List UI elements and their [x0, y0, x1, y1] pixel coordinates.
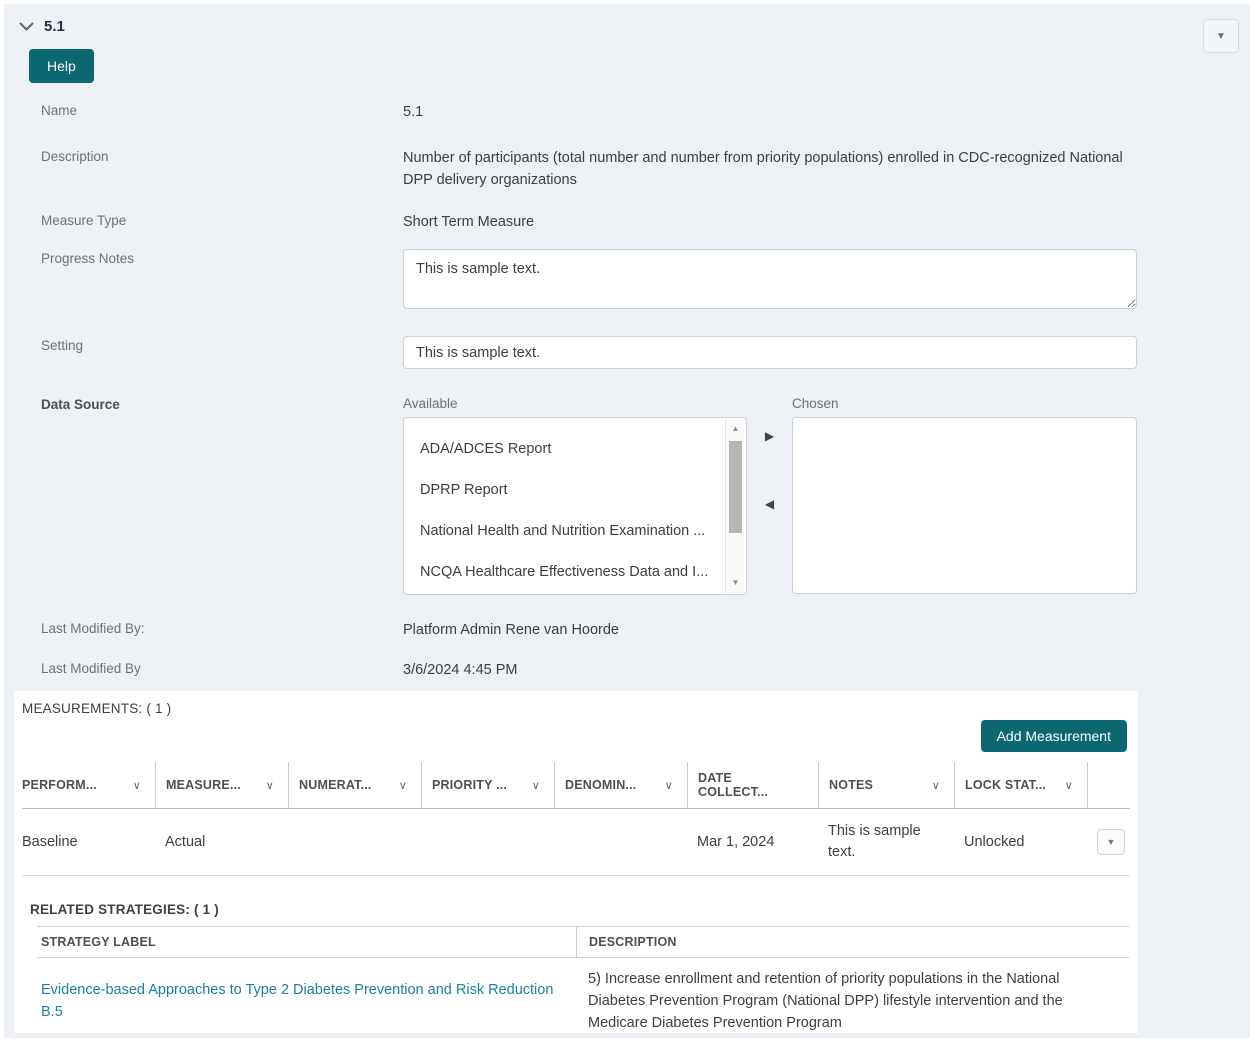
progress-notes-textarea[interactable]: This is sample text. [403, 249, 1137, 309]
column-header-notes[interactable]: NOTES∨ [818, 762, 954, 808]
column-header-description: DESCRIPTION [576, 927, 1129, 957]
sort-chevron-icon: ∨ [1065, 779, 1073, 792]
strategy-link[interactable]: Evidence-based Approaches to Type 2 Diab… [41, 979, 568, 1023]
measurements-table-header: PERFORM...∨ MEASURE...∨ NUMERAT...∨ PRIO… [22, 762, 1130, 809]
column-header-measure[interactable]: MEASURE...∨ [155, 762, 288, 808]
setting-label: Setting [37, 336, 403, 369]
column-header-strategy-label: STRATEGY LABEL [37, 927, 576, 957]
cell-lock-status: Unlocked [954, 809, 1087, 875]
cell-notes: This is sample text. [818, 809, 954, 875]
description-label: Description [37, 147, 403, 191]
row-menu-button[interactable]: ▼ [1097, 829, 1125, 855]
help-button[interactable]: Help [29, 49, 94, 83]
setting-input[interactable] [403, 336, 1137, 369]
cell-priority [421, 809, 554, 875]
last-modified-date-label: Last Modified By [37, 659, 403, 681]
sort-chevron-icon: ∨ [932, 779, 940, 792]
sort-chevron-icon: ∨ [532, 779, 540, 792]
available-column: Available ADA/ADCES Report DPRP Report N… [403, 395, 747, 595]
cell-date-collected: Mar 1, 2024 [687, 809, 818, 875]
measure-type-label: Measure Type [37, 211, 403, 233]
scroll-up-icon[interactable]: ▲ [726, 421, 745, 437]
caret-down-icon: ▼ [1107, 837, 1116, 847]
collapse-chevron-icon[interactable] [18, 21, 35, 32]
strategy-description: 5) Increase enrollment and retention of … [576, 958, 1129, 1038]
panel-menu-button[interactable]: ▼ [1203, 19, 1239, 53]
measurement-row: Baseline Actual Mar 1, 2024 This is samp… [22, 809, 1130, 876]
name-label: Name [37, 101, 403, 123]
measurements-title: MEASUREMENTS: ( 1 ) [22, 701, 1130, 716]
column-header-actions [1087, 762, 1130, 808]
column-header-lock-status[interactable]: LOCK STAT...∨ [954, 762, 1087, 808]
list-item[interactable]: ADA/ADCES Report [404, 429, 746, 470]
progress-notes-label: Progress Notes [37, 249, 403, 316]
last-modified-date-value: 3/6/2024 4:45 PM [403, 659, 1137, 681]
column-header-date-collected[interactable]: DATE COLLECT... [687, 762, 818, 808]
column-header-priority[interactable]: PRIORITY ...∨ [421, 762, 554, 808]
form-row-description: Description Number of participants (tota… [4, 147, 1250, 191]
transfer-buttons: ▶ ◀ [747, 395, 792, 595]
move-left-icon[interactable]: ◀ [765, 497, 774, 511]
caret-down-icon: ▼ [1216, 31, 1226, 42]
cell-performance: Baseline [22, 809, 155, 875]
form-row-name: Name 5.1 [4, 101, 1250, 123]
sort-chevron-icon: ∨ [133, 779, 141, 792]
form-row-setting: Setting [4, 336, 1250, 369]
available-listbox[interactable]: ADA/ADCES Report DPRP Report National He… [403, 417, 747, 595]
chosen-column: Chosen [792, 395, 1137, 595]
form-row-last-modified-date: Last Modified By 3/6/2024 4:45 PM [4, 659, 1250, 681]
form-row-data-source: Data Source Available ADA/ADCES Report D… [4, 395, 1250, 595]
list-item[interactable]: NCQA Healthcare Effectiveness Data and I… [404, 552, 746, 593]
cell-numerator [288, 809, 421, 875]
scrollbar[interactable]: ▲ ▼ [725, 419, 745, 593]
chosen-listbox[interactable] [792, 417, 1137, 594]
form-row-last-modified-by: Last Modified By: Platform Admin Rene va… [4, 619, 1250, 641]
section-header: 5.1 [4, 4, 1250, 35]
add-measurement-button[interactable]: Add Measurement [981, 720, 1127, 752]
last-modified-by-label: Last Modified By: [37, 619, 403, 641]
list-item[interactable]: National Health and Nutrition Examinatio… [404, 511, 746, 552]
column-header-performance[interactable]: PERFORM...∨ [22, 762, 155, 808]
scroll-down-icon[interactable]: ▼ [726, 575, 745, 591]
measurements-panel: MEASUREMENTS: ( 1 ) Add Measurement PERF… [14, 691, 1138, 1033]
column-header-denominator[interactable]: DENOMIN...∨ [554, 762, 687, 808]
strategy-row: Evidence-based Approaches to Type 2 Diab… [37, 958, 1129, 1038]
measure-form: Name 5.1 Description Number of participa… [4, 101, 1250, 681]
data-source-dual-list: Available ADA/ADCES Report DPRP Report N… [403, 395, 1137, 595]
sort-chevron-icon: ∨ [665, 779, 673, 792]
sort-chevron-icon: ∨ [266, 779, 274, 792]
cell-denominator [554, 809, 687, 875]
form-row-measure-type: Measure Type Short Term Measure [4, 211, 1250, 233]
measure-type-value: Short Term Measure [403, 211, 1137, 233]
related-strategies-title: RELATED STRATEGIES: ( 1 ) [22, 902, 1130, 917]
name-value: 5.1 [403, 101, 1137, 123]
available-label: Available [403, 395, 747, 412]
sort-chevron-icon: ∨ [399, 779, 407, 792]
page-title: 5.1 [44, 18, 65, 35]
strategies-table-header: STRATEGY LABEL DESCRIPTION [37, 926, 1129, 958]
scrollbar-thumb[interactable] [729, 441, 742, 533]
description-value: Number of participants (total number and… [403, 147, 1137, 191]
last-modified-by-value: Platform Admin Rene van Hoorde [403, 619, 1137, 641]
move-right-icon[interactable]: ▶ [765, 429, 774, 443]
chosen-label: Chosen [792, 395, 1137, 412]
column-header-numerator[interactable]: NUMERAT...∨ [288, 762, 421, 808]
list-item[interactable]: DPRP Report [404, 470, 746, 511]
form-row-progress-notes: Progress Notes This is sample text. [4, 249, 1250, 316]
cell-measure: Actual [155, 809, 288, 875]
measure-detail-panel: 5.1 ▼ Help Name 5.1 Description Number o… [4, 4, 1250, 1038]
data-source-label: Data Source [37, 395, 403, 595]
